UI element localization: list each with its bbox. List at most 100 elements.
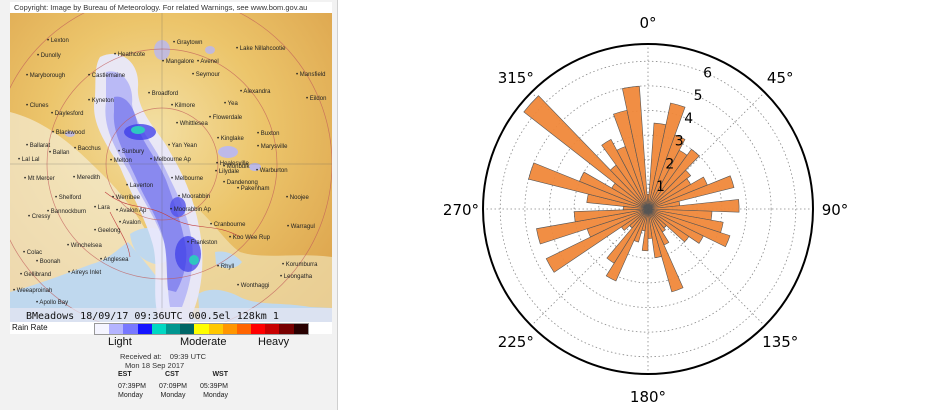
town-label: • Warburton xyxy=(256,168,288,174)
angle-label: 180° xyxy=(630,388,666,406)
town-label: • Flowerdale xyxy=(209,115,243,121)
town-label: • Eildon xyxy=(306,96,327,102)
town-label: • Aireys Inlet xyxy=(68,270,102,276)
town-label: • Melton xyxy=(110,158,132,164)
town-label: • Weeaproinah xyxy=(13,288,53,294)
town-label: • Winchelsea xyxy=(67,243,102,249)
town-label: • Sunbury xyxy=(118,149,145,155)
time-zones: EST CST WST 07:39PM 07:09PM 05:39PM Monday Mond… xyxy=(118,371,228,401)
scale-swatch xyxy=(123,324,138,334)
color-scale xyxy=(94,323,309,335)
scale-swatch xyxy=(251,324,266,334)
town-label: • Kyneton xyxy=(88,98,114,104)
wind-rose-chart: 123456 0° 45° 90° 135° 180° 225° 270° 315° xyxy=(443,14,849,406)
town-label: • Colac xyxy=(23,250,43,256)
radial-tick-label: 5 xyxy=(694,88,703,104)
town-label: • Buxton xyxy=(257,131,280,137)
town-label: • Kilmore xyxy=(171,103,196,109)
zone-time: 07:39PM xyxy=(118,383,147,390)
zone-name: CST xyxy=(165,371,180,378)
town-label: • Clunes xyxy=(26,103,49,109)
received-date: Mon 18 Sep 2017 xyxy=(125,361,185,370)
town-label: • Rhyll xyxy=(217,264,235,270)
town-label: • Yan Yean xyxy=(168,143,197,149)
town-label: • Pakenham xyxy=(237,186,270,192)
town-label: • Mansfield xyxy=(296,72,326,78)
town-label: • Maryborough xyxy=(26,73,66,79)
zone-day: Monday xyxy=(118,392,143,399)
town-label: • Melbourne xyxy=(171,176,204,182)
angle-label: 225° xyxy=(498,333,534,351)
town-label: • Bacchus xyxy=(74,146,101,152)
town-label: • Werribee xyxy=(112,195,140,201)
radial-tick-label: 6 xyxy=(703,65,712,81)
town-label: • Cressy xyxy=(28,214,51,220)
town-label: • Avalon xyxy=(119,220,141,226)
town-label: • Castlemaine xyxy=(88,73,126,79)
town-label: • Boonah xyxy=(36,259,61,265)
received-label: Received at: xyxy=(120,352,162,361)
received-time: 09:39 UTC xyxy=(169,352,207,361)
scale-swatch xyxy=(293,324,308,334)
town-label: • Warragul xyxy=(287,224,315,230)
town-label: • Apollo Bay xyxy=(36,300,69,306)
town-label: • Anglesea xyxy=(100,257,129,263)
town-label: • Monbulk xyxy=(223,164,250,170)
scale-swatch xyxy=(151,324,166,334)
town-label: • Mt Mercer xyxy=(24,176,55,182)
zone-row-day: Monday Monday Monday xyxy=(118,392,228,401)
rain-rate-label: Rain Rate xyxy=(12,323,48,332)
angle-label: 45° xyxy=(767,69,794,87)
scale-swatch xyxy=(194,324,209,334)
light-label: Light xyxy=(108,336,132,348)
rain-rate-bar: Rain Rate xyxy=(10,322,332,335)
angle-label: 270° xyxy=(443,201,479,219)
angle-label: 90° xyxy=(822,201,849,219)
zone-day: Monday xyxy=(160,392,186,399)
scale-swatch xyxy=(165,324,181,334)
town-label: • Melbourne Ap xyxy=(150,157,191,163)
zone-row-time: 07:39PM 07:09PM 05:39PM xyxy=(118,383,228,392)
town-label: • Dunolly xyxy=(37,53,61,59)
town-label: • Leongatha xyxy=(280,274,313,280)
town-label: • Avalon Ap xyxy=(116,208,147,214)
town-label: • Seymour xyxy=(192,72,220,78)
town-label: • Heathcote xyxy=(114,52,146,58)
scale-swatch xyxy=(279,324,294,334)
town-label: • Yea xyxy=(224,101,238,107)
town-label: • Moorabbin Ap xyxy=(170,207,211,213)
town-label: • Wonthaggi xyxy=(237,283,270,289)
town-label: • Daylesford xyxy=(51,111,84,117)
town-label: • Moorabbin xyxy=(178,194,211,200)
scale-swatch xyxy=(95,324,110,334)
town-label: • Alexandra xyxy=(240,89,271,95)
scale-swatch xyxy=(180,324,195,334)
copyright-text: Copyright: Image by Bureau of Meteorolog… xyxy=(10,2,332,13)
town-label: • Ballan xyxy=(49,150,70,156)
town-label: • Ballarat xyxy=(26,143,51,149)
town-label: • Whittlesea xyxy=(176,121,208,127)
radial-tick-label: 3 xyxy=(675,134,684,150)
radar-timestamp: BMeadows 18/09/17 09:36UTC 000.5el 128km… xyxy=(26,311,279,322)
town-label: • Graytown xyxy=(173,40,203,46)
town-label: • Koo Wee Rup xyxy=(229,235,271,241)
town-label: • Gellibrand xyxy=(20,272,52,278)
town-label: • Noojee xyxy=(286,195,309,201)
angle-label: 0° xyxy=(639,14,656,32)
angle-label: 315° xyxy=(498,69,534,87)
scale-swatch xyxy=(265,324,280,334)
radar-map[interactable]: Copyright: Image by Bureau of Meteorolog… xyxy=(10,2,332,322)
radial-tick-label: 2 xyxy=(665,156,674,172)
town-label: • Lexton xyxy=(47,38,69,44)
town-label: • Korumburra xyxy=(282,262,318,268)
town-label: • Meredith xyxy=(73,175,101,181)
zone-name: WST xyxy=(212,371,228,378)
heavy-label: Heavy xyxy=(258,336,290,348)
town-label: • Broadford xyxy=(148,91,179,97)
town-label: • Mangalore xyxy=(162,59,195,65)
town-label: • Lake Nillahcootie xyxy=(236,46,286,52)
town-label: • Lal Lal xyxy=(18,157,40,163)
radar-panel: Copyright: Image by Bureau of Meteorolog… xyxy=(0,0,338,410)
wind-rose-panel: 1 2 3 4 5 6 0° 45° 90° 135° 180° 225° 270° 315° xyxy=(340,0,942,410)
town-label: • Geelong xyxy=(94,228,121,234)
